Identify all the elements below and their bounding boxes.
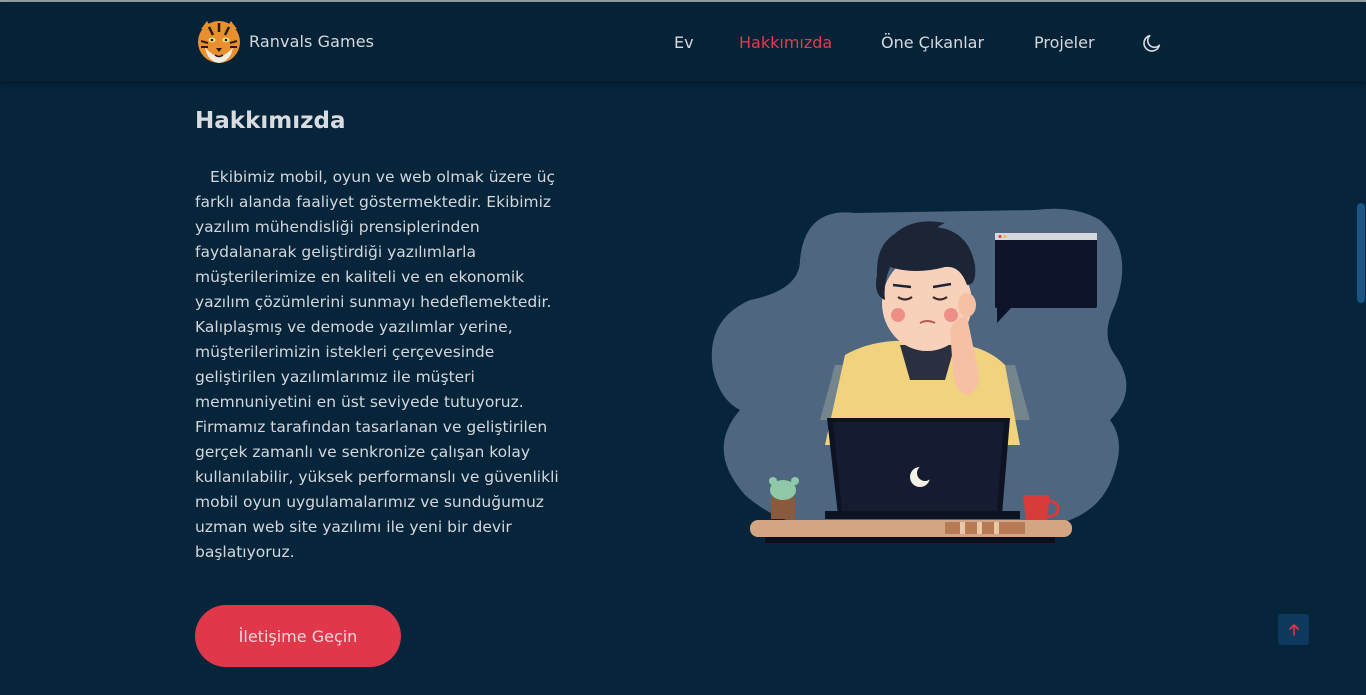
- navbar: Ranvals Games Ev Hakkımızda Öne Çıkanlar…: [0, 2, 1366, 81]
- arrow-up-icon: [1288, 623, 1299, 636]
- nav-link-about[interactable]: Hakkımızda: [739, 33, 832, 52]
- back-to-top-button[interactable]: [1278, 614, 1309, 645]
- tiger-logo-icon: [198, 21, 240, 63]
- section-title: Hakkımızda: [195, 108, 346, 134]
- brand-name: Ranvals Games: [249, 31, 375, 51]
- nav-link-projects[interactable]: Projeler: [1034, 33, 1095, 52]
- nav-link-home[interactable]: Ev: [674, 33, 694, 52]
- moon-icon[interactable]: [1141, 32, 1163, 54]
- nav-link-featured[interactable]: Öne Çıkanlar: [881, 33, 984, 52]
- developer-at-laptop-illustration: [711, 208, 1127, 543]
- contact-button[interactable]: İletişime Geçin: [195, 605, 401, 667]
- about-paragraph: Ekibimiz mobil, oyun ve web olmak üzere …: [195, 168, 559, 561]
- scrollbar-thumb[interactable]: [1357, 203, 1365, 303]
- brand[interactable]: Ranvals Games: [195, 16, 374, 66]
